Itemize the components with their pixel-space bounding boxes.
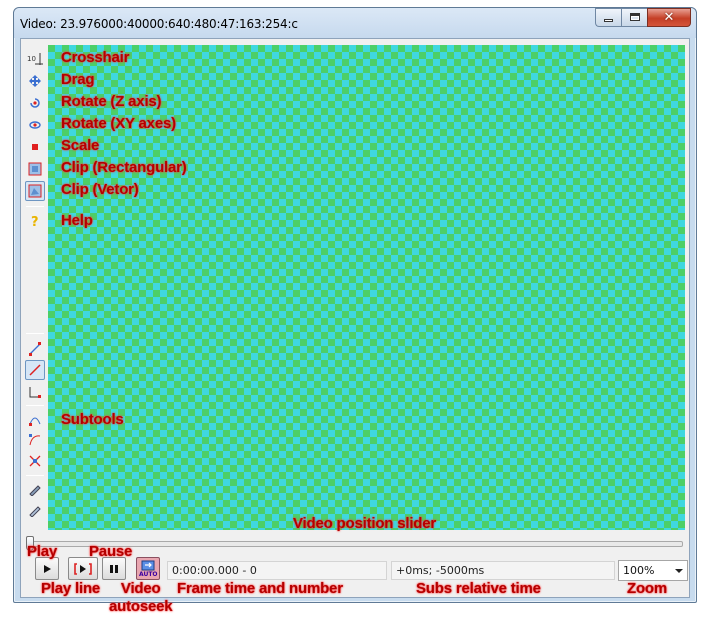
freehand-icon: [29, 485, 41, 496]
annotation-clip-vector: Clip (Vetor): [61, 181, 139, 198]
play-line-button[interactable]: [68, 557, 98, 580]
window-title: Video: 23.976000:40000:640:480:47:163:25…: [20, 17, 298, 31]
annotation-clip-rect: Clip (Rectangular): [61, 159, 187, 176]
tool-rotate-xy[interactable]: [25, 115, 45, 135]
line-icon: [29, 364, 41, 376]
annotation-slider: Video position slider: [293, 515, 437, 532]
visual-toolbar: 10 ?: [23, 45, 47, 530]
subtool-6[interactable]: [25, 451, 45, 471]
video-window: Video: 23.976000:40000:640:480:47:163:25…: [13, 7, 697, 615]
smooth-freehand-icon: [29, 506, 41, 517]
crosshair-icon: 10: [27, 53, 43, 65]
annotation-pause: Pause: [89, 543, 133, 560]
move-points-icon: [29, 342, 41, 356]
toolbar-separator: [26, 405, 44, 406]
tool-clip-vector[interactable]: [25, 181, 45, 201]
subtool-4[interactable]: [25, 409, 45, 429]
play-button[interactable]: [35, 557, 59, 580]
annotation-drag: Drag: [61, 71, 95, 88]
tool-crosshair[interactable]: 10: [25, 49, 45, 69]
clip-rect-icon: [28, 162, 42, 176]
video-autoseek-toggle[interactable]: AUTO: [136, 557, 160, 580]
pause-button[interactable]: [102, 557, 126, 580]
annotation-zoom: Zoom: [627, 580, 668, 597]
minimize-icon: [604, 19, 613, 22]
close-button[interactable]: ✕: [647, 8, 691, 27]
annotation-help: Help: [61, 212, 93, 229]
subtool-8[interactable]: [25, 500, 45, 520]
tool-scale[interactable]: [25, 137, 45, 157]
scale-icon: [32, 144, 38, 150]
close-icon: ✕: [663, 10, 675, 25]
annotation-rotate-z: Rotate (Z axis): [61, 93, 162, 110]
annotation-video-autoseek: Video autoseek: [109, 580, 173, 615]
subtool-7[interactable]: [25, 479, 45, 499]
remove-point-icon: [29, 455, 41, 467]
annotation-rotate-xy: Rotate (XY axes): [61, 115, 176, 132]
maximize-icon: [630, 13, 640, 21]
annotation-crosshair: Crosshair: [61, 49, 130, 66]
annotation-subtools: Subtools: [61, 411, 124, 428]
svg-text:?: ?: [31, 215, 39, 228]
subtool-2[interactable]: [25, 360, 45, 380]
tool-clip-rect[interactable]: [25, 159, 45, 179]
toolbar-separator: [26, 475, 44, 476]
tool-drag[interactable]: [25, 71, 45, 91]
autoseek-badge: AUTO: [139, 571, 158, 578]
zoom-value: 100%: [623, 564, 655, 577]
title-bar[interactable]: Video: 23.976000:40000:640:480:47:163:25…: [14, 8, 696, 38]
help-icon: ?: [31, 215, 39, 228]
bezier-icon: [29, 417, 41, 426]
subtool-5[interactable]: [25, 430, 45, 450]
subtool-3[interactable]: [25, 382, 45, 402]
client-area: 10 ? Crosshair Drag Rotate (Z axis) Rota…: [20, 38, 690, 615]
svg-text:10: 10: [27, 55, 36, 63]
subtool-1[interactable]: [25, 339, 45, 359]
tool-rotate-z[interactable]: [25, 93, 45, 113]
toolbar-separator: [26, 206, 44, 207]
annotation-subs-time: Subs relative time: [416, 580, 541, 597]
rotate-xy-icon: [29, 121, 41, 129]
minimize-button[interactable]: [595, 8, 621, 27]
zoom-select[interactable]: 100%: [618, 560, 688, 581]
pause-icon: [110, 564, 118, 573]
rotate-z-icon: [30, 98, 40, 108]
drag-icon: [29, 75, 41, 87]
caption-buttons: ✕: [595, 8, 691, 28]
clip-vector-icon: [28, 184, 42, 198]
maximize-button[interactable]: [621, 8, 647, 27]
annotation-frame-time: Frame time and number: [177, 580, 343, 597]
toolbar-separator: [26, 333, 44, 334]
annotation-scale: Scale: [61, 137, 100, 154]
tool-help[interactable]: ?: [25, 211, 45, 231]
annotation-play-line: Play line: [41, 580, 101, 597]
play-icon: [44, 564, 51, 573]
play-line-icon: [74, 562, 92, 575]
polyline-icon: [29, 387, 41, 398]
add-point-icon: [29, 434, 41, 446]
subs-time-field: +0ms; -5000ms: [391, 561, 615, 580]
frame-time-field[interactable]: 0:00:00.000 - 0: [167, 561, 387, 580]
annotation-play: Play: [27, 543, 58, 560]
chevron-down-icon: [675, 569, 683, 573]
